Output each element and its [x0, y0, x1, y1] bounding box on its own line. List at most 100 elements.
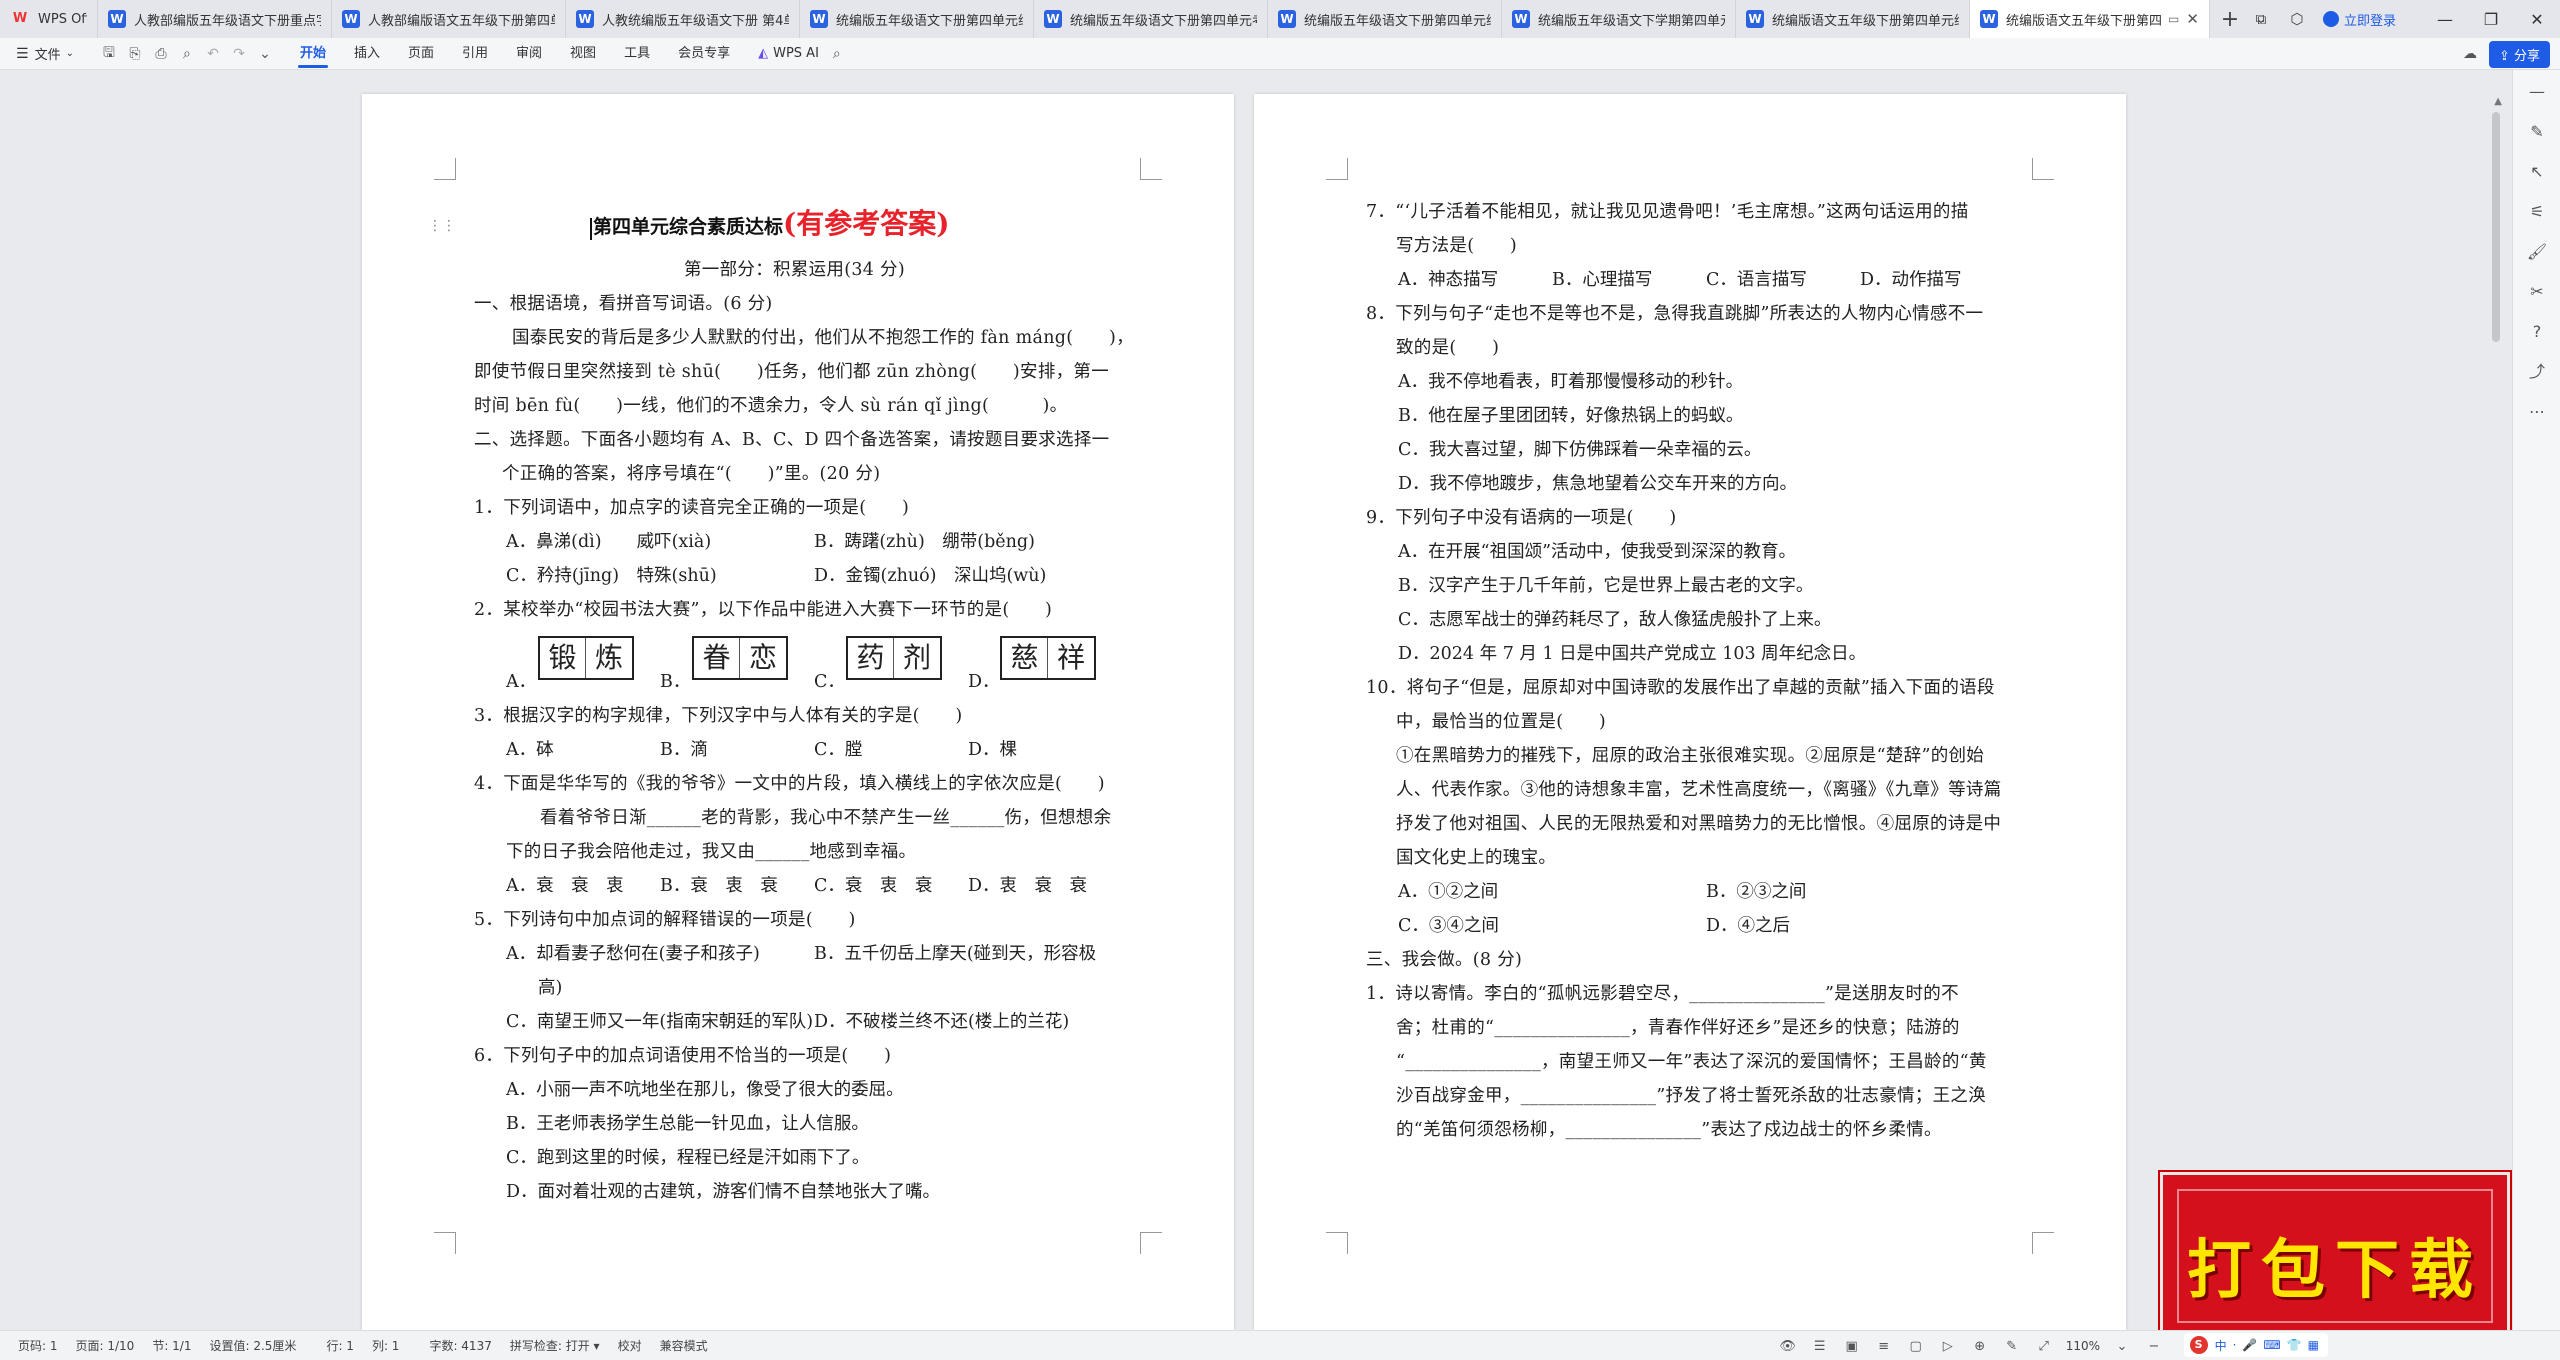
play-icon[interactable]: ▷ [1932, 1339, 1964, 1354]
option-c: C．我大喜过望，脚下仿佛踩着一朵幸福的云。 [1398, 440, 1762, 460]
web-view-icon[interactable]: ⊕ [1964, 1339, 1996, 1354]
tab-document[interactable]: W 统编版五年级语文下册第四单元综合 [800, 0, 1034, 38]
option-c: C．志愿军战士的弹药耗尽了，敌人像猛虎般扑了上来。 [1398, 610, 1832, 630]
ime-chinese-mode[interactable]: 中 [2215, 1337, 2227, 1354]
tab-wps-office[interactable]: W WPS Office [0, 0, 98, 38]
fit-page-icon[interactable]: ⤢ [2028, 1339, 2060, 1354]
word-doc-icon: W [1980, 10, 1998, 28]
pen-icon[interactable]: ✎ [1996, 1339, 2028, 1354]
share-panel-icon[interactable]: ⤴ [2513, 352, 2560, 392]
tab-document[interactable]: W 人教部编版语文五年级下册第四单元 [332, 0, 566, 38]
banner-text: 打包下载 [2187, 1233, 2483, 1308]
view-list-icon[interactable]: ☰ [1804, 1339, 1836, 1354]
tab-document[interactable]: W 统编版语文五年级下册第四单元综合 [1736, 0, 1970, 38]
outline-view-icon[interactable]: ≡ [1868, 1339, 1900, 1354]
tab-document[interactable]: W 统编版五年级语文下册第四单元综合 [1268, 0, 1502, 38]
more-chevron-icon[interactable]: ⌄ [252, 46, 278, 62]
question-6: 6．下列句子中的加点词语使用不恰当的一项是( ) [474, 1046, 892, 1066]
tab-document[interactable]: W 统编版五年级语文下学期第四单元综 [1502, 0, 1736, 38]
collapse-icon[interactable]: — [2513, 72, 2560, 112]
tab-insert[interactable]: 插入 [354, 38, 380, 70]
tab-document-active[interactable]: W 统编版语文五年级下册第四 ▭ ✕ [1970, 0, 2210, 38]
share-button[interactable]: ⇪ 分享 [2488, 40, 2550, 68]
cloud-sync-icon[interactable]: ☁ [2455, 46, 2485, 62]
option-b: B．王老师表扬学生总能一针见血，让人信服。 [506, 1114, 869, 1134]
login-button[interactable]: 立即登录 [2322, 10, 2396, 29]
page-view-icon[interactable]: ▣ [1836, 1339, 1868, 1354]
status-spell-label: 拼写检查: 打开 [509, 1339, 590, 1353]
restore-button[interactable]: ❐ [2468, 10, 2514, 29]
zoom-chevron-icon[interactable]: ⌄ [2106, 1339, 2138, 1354]
format-painter-icon[interactable]: 🖌 [2513, 232, 2560, 272]
tab-home[interactable]: 开始 [297, 38, 329, 70]
option-a: A．我不停地看表，盯着那慢慢移动的秒针。 [1398, 372, 1744, 392]
tab-document[interactable]: W 统编版五年级语文下册第四单元考试 [1034, 0, 1268, 38]
calligraphy-box: 慈 祥 [1000, 636, 1096, 680]
save-icon[interactable]: 🖫 [96, 42, 122, 66]
chevron-down-icon: ⌄ [65, 48, 74, 59]
redo-icon[interactable]: ↷ [226, 46, 252, 62]
help-icon[interactable]: ? [2513, 312, 2560, 352]
tab-review[interactable]: 审阅 [516, 38, 542, 70]
status-pages[interactable]: 页面: 1/10 [76, 1337, 135, 1354]
window-layout-icon[interactable]: ⧉ [2243, 10, 2279, 28]
status-page[interactable]: 页码: 1 [18, 1337, 58, 1354]
zoom-level[interactable]: 110% [2066, 1339, 2100, 1353]
paragraph-line: 个正确的答案，将序号填在“( )”里。(20 分) [502, 464, 881, 484]
status-proof[interactable]: 校对 [618, 1337, 642, 1354]
download-banner[interactable]: 打包下载 [2160, 1172, 2510, 1340]
file-menu[interactable]: ☰ 文件 ⌄ [16, 44, 74, 64]
eye-protect-icon[interactable]: 👁 [1772, 1339, 1804, 1354]
wps-ai-button[interactable]: ◭ WPS AI [758, 46, 819, 61]
microphone-icon[interactable]: 🎤 [2242, 1338, 2257, 1352]
select-cursor-icon[interactable]: ↖ [2513, 152, 2560, 192]
tab-view[interactable]: 视图 [570, 38, 596, 70]
tab-member[interactable]: 会员专享 [678, 38, 730, 70]
status-setting[interactable]: 设置值: 2.5厘米 [209, 1337, 296, 1354]
close-window-button[interactable]: ✕ [2514, 10, 2560, 29]
status-section[interactable]: 节: 1/1 [152, 1337, 191, 1354]
hamburger-icon: ☰ [16, 45, 29, 62]
export-pdf-icon[interactable]: ⎘ [122, 46, 148, 62]
undo-icon[interactable]: ↶ [200, 46, 226, 62]
toolbox-icon[interactable]: ▦ [2308, 1338, 2319, 1352]
close-tab-icon[interactable]: ✕ [2180, 10, 2199, 28]
tab-document[interactable]: W 人教部编版五年级语文下册重点字词 [98, 0, 332, 38]
search-icon[interactable]: ⌕ [833, 46, 841, 62]
chevron-down-icon: ▾ [593, 1339, 600, 1353]
option-b: B．汉字产生于几千年前，它是世界上最古老的文字。 [1398, 576, 1814, 596]
pen-edit-icon[interactable]: ✎ [2513, 112, 2560, 152]
tools-icon[interactable]: ✂ [2513, 272, 2560, 312]
word-doc-icon: W [1044, 10, 1062, 28]
zoom-out-icon[interactable]: − [2138, 1339, 2170, 1354]
document-page-1[interactable]: ⋮⋮ 第四单元综合素质达标(有参考答案) 第一部分：积累运用(34 分) 一、根… [362, 94, 1234, 1330]
status-col[interactable]: 列: 1 [372, 1337, 400, 1354]
status-row[interactable]: 行: 1 [326, 1337, 354, 1354]
tab-tools[interactable]: 工具 [624, 38, 650, 70]
read-mode-icon[interactable]: ▢ [1900, 1339, 1932, 1354]
print-preview-icon[interactable]: ⌕ [174, 46, 200, 62]
skin-icon[interactable]: 👕 [2287, 1338, 2302, 1352]
status-spell[interactable]: 拼写检查: 打开 ▾ [510, 1337, 600, 1354]
wps-ai-label: WPS AI [773, 46, 819, 61]
minimize-button[interactable]: — [2422, 10, 2468, 29]
style-icon[interactable]: ⚟ [2513, 192, 2560, 232]
more-icon[interactable]: ⋯ [2513, 392, 2560, 432]
print-icon[interactable]: ⎙ [148, 46, 174, 62]
keyboard-icon[interactable]: ⌨ [2263, 1338, 2280, 1352]
ime-punctuation[interactable]: · [2233, 1338, 2237, 1352]
monitor-icon[interactable]: ▭ [2168, 12, 2179, 26]
vertical-scrollbar[interactable] [2492, 112, 2500, 342]
status-words[interactable]: 字数: 4137 [429, 1337, 491, 1354]
drag-handle-icon[interactable]: ⋮⋮ [428, 218, 456, 234]
ime-toolbar[interactable]: S 中 · 🎤 ⌨ 👕 ▦ [2183, 1333, 2328, 1357]
tab-reference[interactable]: 引用 [462, 38, 488, 70]
tab-label: 统编版五年级语文下学期第四单元综 [1538, 13, 1725, 29]
tab-page[interactable]: 页面 [408, 38, 434, 70]
tab-document[interactable]: W 人教统编版五年级语文下册 第4单元 [566, 0, 800, 38]
cube-icon[interactable]: ⬡ [2279, 10, 2315, 28]
option-a: A．神态描写 [1398, 270, 1499, 290]
scroll-up-icon[interactable]: ▲ [2494, 96, 2502, 107]
document-page-2[interactable]: 7．“‘儿子活着不能相见，就让我见见遗骨吧！’毛主席想。”这两句话运用的描 写方… [1254, 94, 2126, 1330]
paragraph-line: ①在黑暗势力的摧残下，屈原的政治主张很难实现。②屈原是“楚辞”的创始 [1396, 746, 1985, 766]
